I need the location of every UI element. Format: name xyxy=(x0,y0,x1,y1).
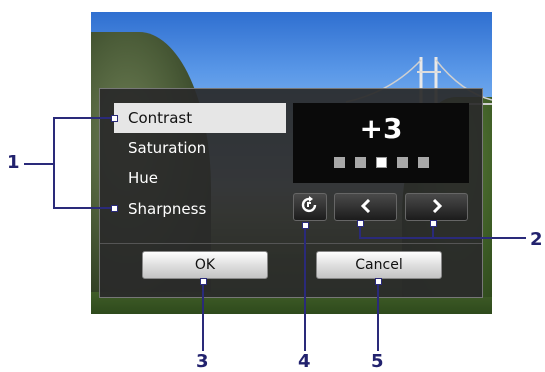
menu-item-saturation[interactable]: Saturation xyxy=(114,133,286,163)
reset-icon xyxy=(300,196,320,218)
level-indicator xyxy=(293,153,469,168)
callout-number-3: 3 xyxy=(196,351,209,372)
menu-item-label: Sharpness xyxy=(128,200,207,218)
reset-button[interactable] xyxy=(293,193,327,221)
callout-line xyxy=(360,237,526,239)
callout-dot xyxy=(111,115,118,122)
previous-button[interactable] xyxy=(334,193,397,221)
level-dot xyxy=(417,157,429,168)
level-dot-active xyxy=(375,157,387,168)
dialog-separator xyxy=(100,243,482,244)
adjust-dialog: Contrast Saturation Hue Sharpness +3 OK … xyxy=(99,88,483,298)
menu-item-label: Contrast xyxy=(128,109,193,127)
level-dot xyxy=(333,157,345,168)
callout-dot xyxy=(375,278,382,285)
level-dot xyxy=(354,157,366,168)
callout-dot xyxy=(302,222,309,229)
callout-number-5: 5 xyxy=(371,351,384,372)
ok-button-label: OK xyxy=(194,257,216,273)
callout-line xyxy=(53,207,113,209)
next-button[interactable] xyxy=(405,193,468,221)
level-dot xyxy=(396,157,408,168)
menu-item-sharpness[interactable]: Sharpness xyxy=(114,194,286,224)
callout-line xyxy=(53,117,55,209)
callout-line xyxy=(202,281,204,351)
callout-dot xyxy=(200,278,207,285)
value-panel: +3 xyxy=(293,103,469,183)
cancel-button[interactable]: Cancel xyxy=(316,251,442,279)
callout-line xyxy=(24,163,54,165)
callout-number-2: 2 xyxy=(530,229,543,250)
callout-dot xyxy=(430,220,437,227)
chevron-left-icon xyxy=(360,198,372,217)
callout-line xyxy=(304,225,306,351)
callout-line xyxy=(377,281,379,351)
callout-number-4: 4 xyxy=(298,351,311,372)
ok-button[interactable]: OK xyxy=(142,251,268,279)
callout-dot xyxy=(111,205,118,212)
menu-item-contrast[interactable]: Contrast xyxy=(114,103,286,133)
callout-line xyxy=(53,117,113,119)
cancel-button-label: Cancel xyxy=(355,257,403,273)
chevron-right-icon xyxy=(431,198,443,217)
menu-item-label: Hue xyxy=(128,169,159,187)
menu-item-hue[interactable]: Hue xyxy=(114,163,286,193)
callout-number-1: 1 xyxy=(7,152,20,173)
callout-dot xyxy=(357,220,364,227)
value-readout: +3 xyxy=(359,112,403,145)
menu-item-label: Saturation xyxy=(128,139,207,157)
